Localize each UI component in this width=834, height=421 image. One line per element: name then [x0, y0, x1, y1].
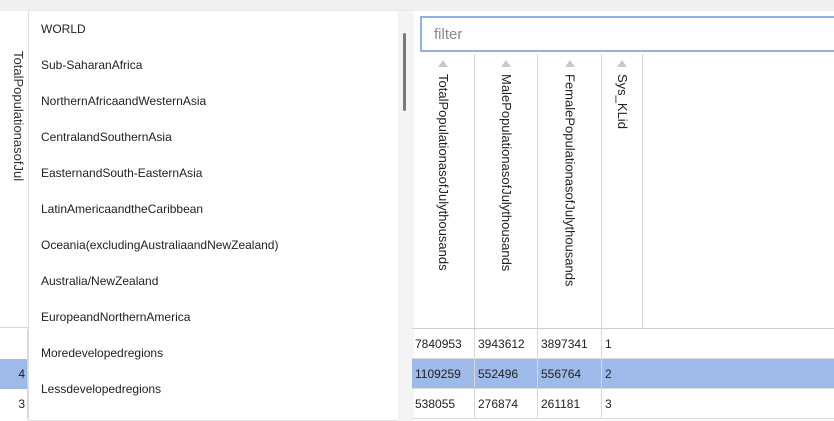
cell-sys-klid: 2 [605, 367, 612, 381]
column-header-sys-klid[interactable]: Sys_KLid [602, 54, 643, 328]
cell-total: 538055 [412, 389, 475, 419]
dropdown-option[interactable]: EasternandSouth-EasternAsia [29, 155, 411, 191]
sort-arrow-icon[interactable] [438, 60, 448, 67]
dropdown-scrollbar[interactable] [398, 11, 412, 421]
left-header-divider [0, 327, 28, 328]
left-row-cell[interactable]: 4 [0, 359, 28, 389]
left-column-header-fragment: TotalPopulationasofJuly [12, 51, 26, 181]
cell-male: 552496 [475, 359, 538, 389]
left-row-cell[interactable]: 3 [0, 389, 28, 419]
cell-total: 7840953 [412, 329, 475, 359]
cell-male: 276874 [475, 389, 538, 419]
sort-arrow-icon[interactable] [501, 60, 511, 67]
dropdown-option[interactable]: CentralandSouthernAsia [29, 119, 411, 155]
dropdown-option[interactable]: Australia/NewZealand [29, 263, 411, 299]
column-header-female-population[interactable]: FemalePopulationasofJulythousands [538, 54, 602, 328]
cell-female: 261181 [538, 389, 602, 419]
cell-male: 3943612 [475, 329, 538, 359]
dropdown-option-world[interactable]: WORLD [29, 11, 411, 47]
column-header-total-population[interactable]: TotalPopulationasofJulythousands [412, 54, 475, 328]
table-row-selected[interactable]: 1109259 552496 556764 2 [412, 359, 834, 389]
cell-sys-klid: 3 [605, 397, 612, 411]
cell-sys-klid: 1 [605, 337, 612, 351]
dropdown-scrollbar-thumb[interactable] [403, 33, 406, 111]
column-header-label: Sys_KLid [615, 74, 630, 129]
left-row-cell[interactable] [0, 329, 28, 359]
dropdown-option[interactable]: NorthernAfricaandWesternAsia [29, 83, 411, 119]
data-grid: TotalPopulationasofJulythousands MalePop… [412, 54, 834, 421]
table-row[interactable]: 538055 276874 261181 3 [412, 389, 834, 419]
left-grid-strip: TotalPopulationasofJuly 4 3 [0, 11, 29, 421]
cell-total: 1109259 [412, 359, 475, 389]
dropdown-option[interactable]: EuropeandNorthernAmerica [29, 299, 411, 335]
cell-female: 3897341 [538, 329, 602, 359]
column-header-label: MalePopulationasofJulythousands [499, 74, 514, 272]
filter-input[interactable] [420, 16, 834, 52]
dropdown-option[interactable]: Oceania(excludingAustraliaandNewZealand) [29, 227, 411, 263]
column-header-label: TotalPopulationasofJulythousands [436, 74, 451, 271]
sort-arrow-icon[interactable] [564, 60, 575, 67]
dropdown-option[interactable]: Sub-SaharanAfrica [29, 47, 411, 83]
region-dropdown-list[interactable]: WORLD Sub-SaharanAfrica NorthernAfricaan… [28, 11, 412, 421]
top-bar [0, 0, 834, 11]
column-header-male-population[interactable]: MalePopulationasofJulythousands [475, 54, 538, 328]
cell-female: 556764 [538, 359, 602, 389]
sort-arrow-icon[interactable] [617, 60, 627, 67]
dropdown-option[interactable]: Moredevelopedregions [29, 335, 411, 371]
column-header-label: FemalePopulationasofJulythousands [562, 74, 578, 287]
dropdown-option[interactable]: Lessdevelopedregions [29, 371, 411, 407]
region-options: WORLD Sub-SaharanAfrica NorthernAfricaan… [29, 11, 411, 407]
table-row[interactable]: 7840953 3943612 3897341 1 [412, 329, 834, 359]
dropdown-option[interactable]: LatinAmericaandtheCaribbean [29, 191, 411, 227]
